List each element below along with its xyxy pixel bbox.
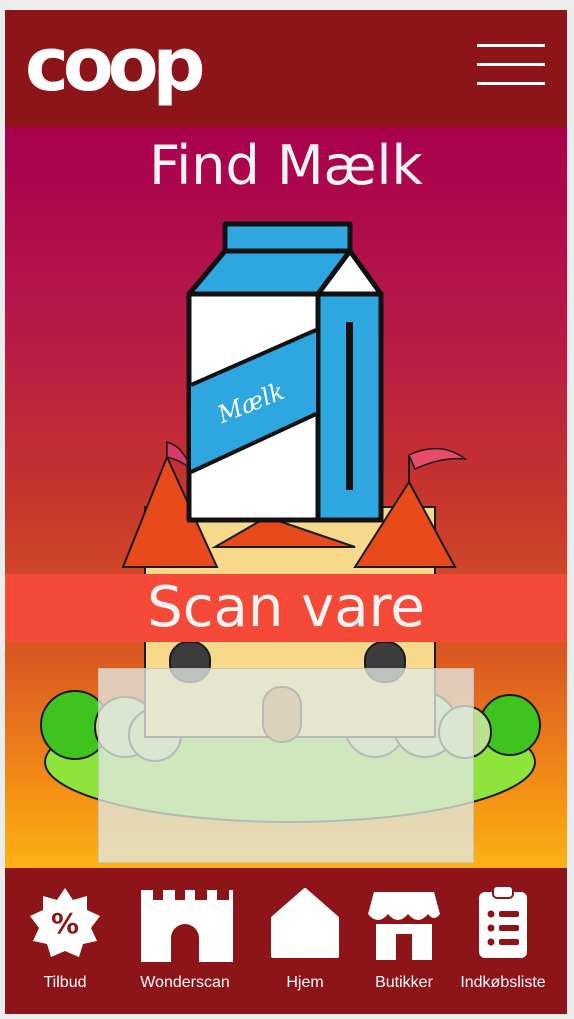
nav-item-tilbud[interactable]: % Tilbud [10, 882, 120, 1006]
nav-item-indkobsliste[interactable]: Indkøbsliste [448, 882, 558, 1006]
page-title: Find Mælk [149, 134, 423, 197]
percent-badge-icon: % [10, 882, 120, 962]
app-screen: coop Find Mælk Mælk Scan vare % Tilbud W… [5, 10, 567, 1014]
scan-button-label: Scan vare [147, 575, 425, 640]
hamburger-menu-icon[interactable] [477, 44, 545, 90]
nav-label-indkobsliste: Indkøbsliste [460, 974, 546, 991]
store-icon [349, 882, 459, 962]
castle-icon [130, 882, 240, 962]
scan-viewfinder [98, 668, 474, 863]
app-header: coop [5, 10, 567, 127]
nav-label-tilbud: Tilbud [43, 974, 87, 991]
nav-item-wonderscan[interactable]: Wonderscan [130, 882, 240, 1006]
main-content: Find Mælk Mælk Scan vare [5, 127, 567, 868]
svg-text:%: % [51, 907, 79, 940]
clipboard-list-icon [448, 882, 558, 962]
nav-label-wonderscan: Wonderscan [140, 974, 230, 991]
home-icon [250, 882, 360, 962]
coop-logo[interactable]: coop [25, 28, 205, 102]
bottom-navigation: % Tilbud Wonderscan Hjem Butikker Indkøb… [5, 868, 567, 1014]
scan-button[interactable]: Scan vare [5, 574, 567, 642]
